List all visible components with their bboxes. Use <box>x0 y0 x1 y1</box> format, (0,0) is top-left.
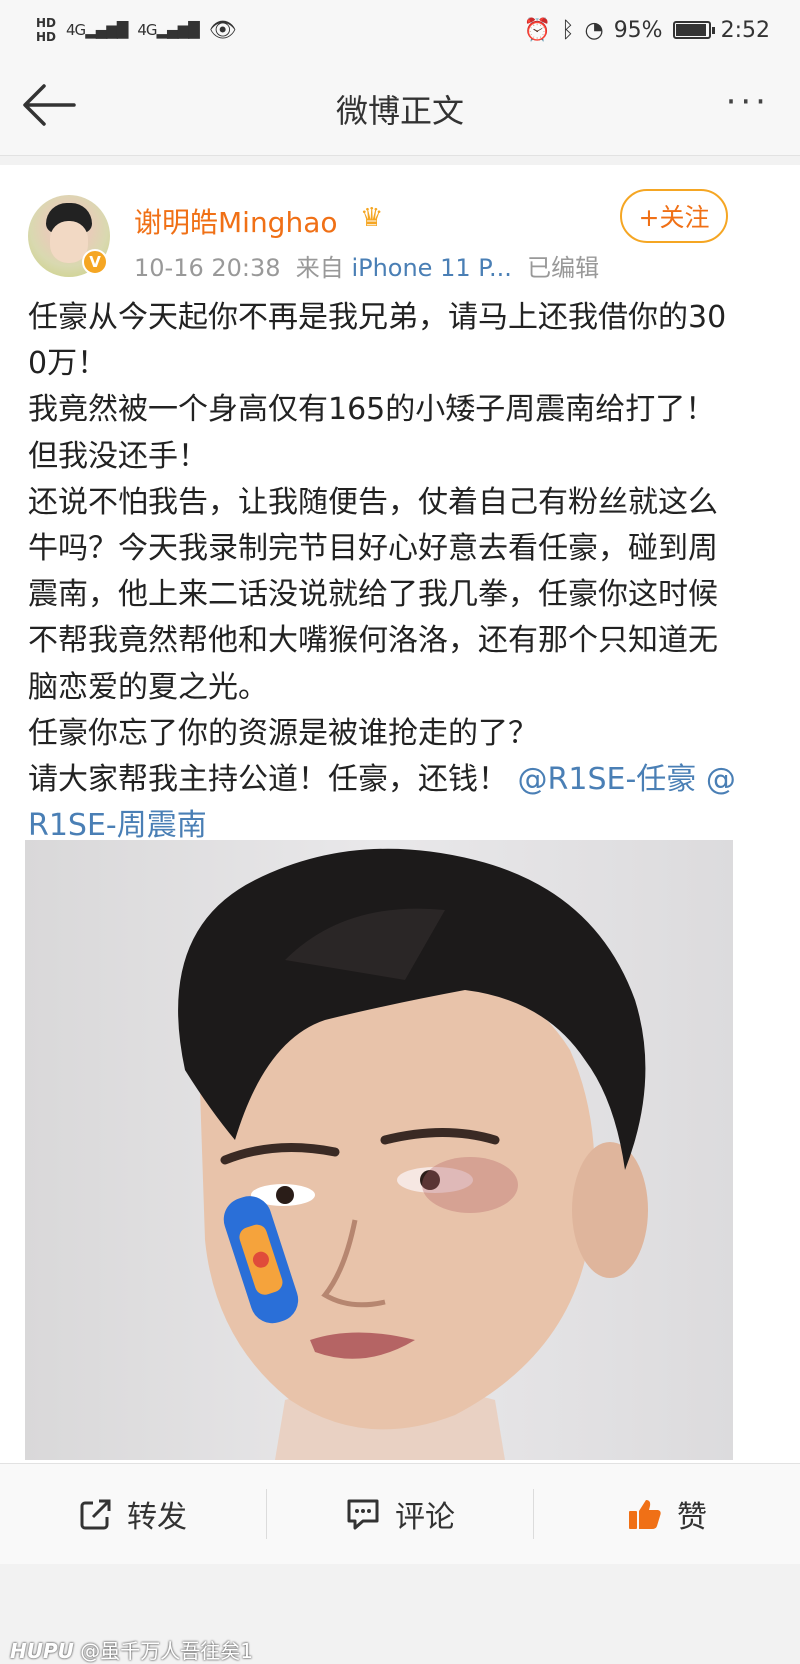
edited-label: 已编辑 <box>527 254 600 282</box>
nav-bar: 微博正文 ··· <box>0 60 800 156</box>
status-bar: HD HD 4G▂▄▆█ 4G▂▄▆█ 👁 ⏰ ᛒ ◔ 95% 2:52 <box>0 0 800 60</box>
like-button[interactable]: 赞 <box>534 1464 800 1564</box>
action-bar: 转发 评论 赞 <box>0 1463 800 1564</box>
thumbs-up-icon <box>629 1500 661 1529</box>
bluetooth-icon: ᛒ <box>561 17 575 43</box>
signal-icon-1: 4G▂▄▆█ <box>66 21 128 39</box>
status-right: ⏰ ᛒ ◔ 95% 2:52 <box>524 18 770 43</box>
post-paragraph: 我竟然被一个身高仅有165的小矮子周震南给打了！但我没还手！ <box>28 392 716 474</box>
post-meta: 10-16 20:38 来自 iPhone 11 P... 已编辑 <box>134 248 599 283</box>
network-label-1: 4G <box>66 21 86 39</box>
comment-button[interactable]: 评论 <box>267 1464 533 1564</box>
eye-icon: 👁 <box>208 17 237 43</box>
source-prefix: 来自 <box>295 254 344 282</box>
hd-label-1: HD <box>36 16 57 30</box>
author-name[interactable]: 谢明皓Minghao <box>134 201 338 241</box>
speed-icon: ◔ <box>584 17 604 43</box>
repost-button[interactable]: 转发 <box>0 1464 266 1564</box>
signal-icon-2: 4G▂▄▆█ <box>137 21 199 39</box>
post-time: 10-16 20:38 <box>134 254 281 282</box>
watermark: HUPU @虽千万人吾往矣1 <box>10 1635 253 1664</box>
post-photo[interactable] <box>25 840 733 1460</box>
post-card: V 谢明皓Minghao ♛ 10-16 20:38 来自 iPhone 11 … <box>0 165 800 1545</box>
follow-button[interactable]: +关注 <box>620 189 728 243</box>
repost-icon <box>80 1499 111 1530</box>
portrait-image <box>178 848 648 1460</box>
repost-label: 转发 <box>127 1500 187 1535</box>
crown-icon: ♛ <box>360 203 384 233</box>
battery-fill <box>675 24 706 36</box>
like-label: 赞 <box>677 1500 707 1535</box>
device-link[interactable]: iPhone 11 P... <box>351 254 511 282</box>
comment-icon <box>347 1499 379 1530</box>
post-paragraph-last: 请大家帮我主持公道！任豪，还钱！ @R1SE-任豪 @R1SE-周震南 <box>28 757 738 849</box>
mention-link[interactable]: @R1SE-任豪 <box>518 762 697 797</box>
bottom-bar: 转发 评论 赞 HUPU @虽千万人吾往矣1 <box>0 1463 800 1663</box>
hd-label-2: HD <box>36 30 57 44</box>
verified-badge-icon: V <box>82 249 108 275</box>
comment-label: 评论 <box>395 1500 455 1535</box>
hd-icon: HD HD <box>36 16 56 44</box>
post-paragraph: 还说不怕我告，让我随便告，仗着自己有粉丝就这么牛吗？今天我录制完节目好心好意去看… <box>28 484 718 705</box>
network-label-2: 4G <box>137 21 157 39</box>
watermark-user: @虽千万人吾往矣1 <box>80 1639 253 1663</box>
watermark-brand: HUPU <box>10 1639 74 1663</box>
post-content: 任豪从今天起你不再是我兄弟，请马上还我借你的300万！ 我竟然被一个身高仅有16… <box>28 295 738 849</box>
post-last-line: 请大家帮我主持公道！任豪，还钱！ <box>28 762 508 798</box>
battery-percent: 95% <box>613 17 663 43</box>
post-paragraph: 任豪从今天起你不再是我兄弟，请马上还我借你的300万！ <box>28 300 727 382</box>
alarm-icon: ⏰ <box>523 17 552 43</box>
more-menu-icon[interactable]: ··· <box>726 82 770 122</box>
clock: 2:52 <box>720 17 770 43</box>
page-title: 微博正文 <box>335 92 464 130</box>
status-left: HD HD 4G▂▄▆█ 4G▂▄▆█ 👁 <box>36 16 237 44</box>
post-paragraph: 任豪你忘了你的资源是被谁抢走的了？ <box>28 715 538 751</box>
battery-icon <box>672 21 715 39</box>
